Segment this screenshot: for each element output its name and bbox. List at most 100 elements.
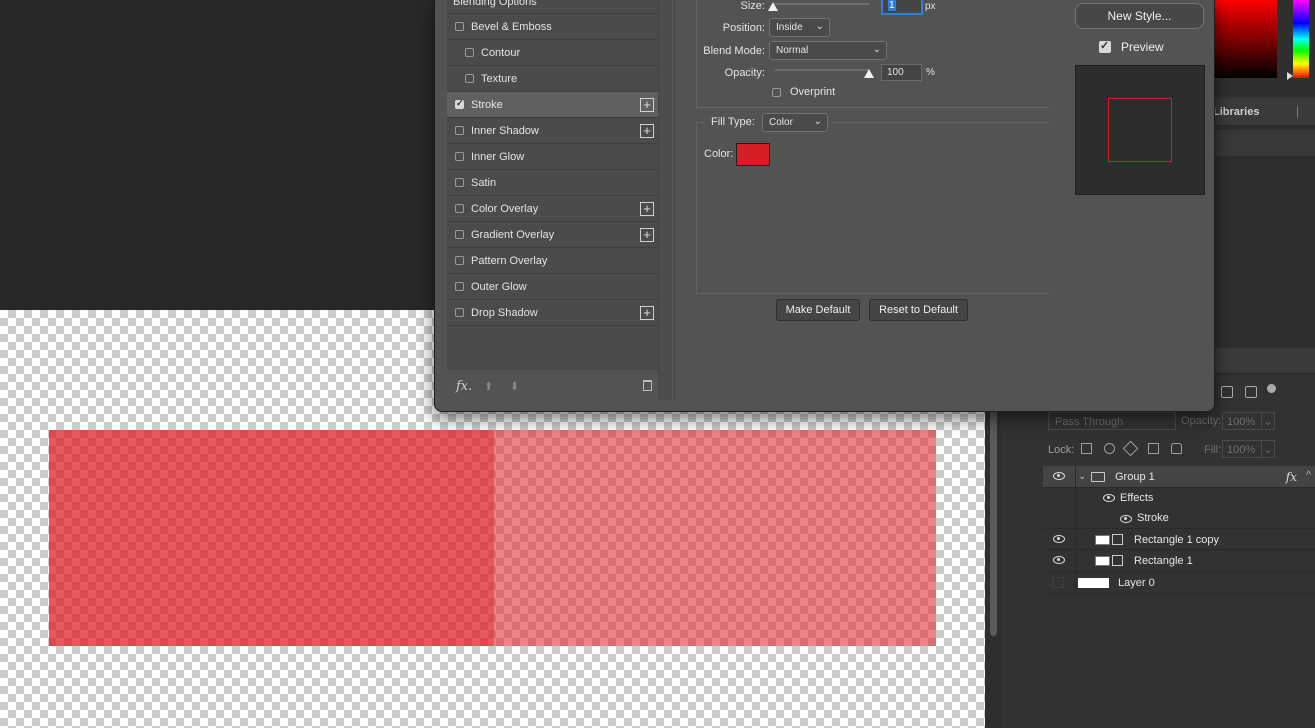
style-item-bevel-emboss[interactable]: Bevel & Emboss: [447, 14, 658, 40]
preview-checkbox[interactable]: [1099, 39, 1111, 53]
fill-type-select[interactable]: Color ⌄: [762, 113, 828, 132]
style-item-color-overlay[interactable]: Color Overlay +: [447, 196, 658, 222]
size-slider[interactable]: [775, 3, 869, 5]
position-value: Inside: [776, 22, 803, 33]
layer-row-layer-0[interactable]: Layer 0: [1043, 572, 1315, 594]
style-item-gradient-overlay[interactable]: Gradient Overlay +: [447, 222, 658, 248]
layer-row-group-1[interactable]: ⌄ Group 1 fx ^: [1043, 466, 1315, 488]
lock-all-icon[interactable]: [1171, 443, 1182, 454]
layer-fill-input[interactable]: 100%: [1222, 440, 1262, 458]
chevron-down-icon[interactable]: ⌄: [1261, 440, 1275, 458]
add-effect-plus-icon[interactable]: +: [640, 202, 654, 216]
filter-toggle-icon[interactable]: [1267, 384, 1276, 393]
style-item-outer-glow[interactable]: Outer Glow: [447, 274, 658, 300]
layer-row-rectangle-1-copy[interactable]: Rectangle 1 copy: [1043, 528, 1315, 550]
layer-style-dialog: Blending Options Bevel & Emboss Contour …: [434, 0, 1215, 412]
reset-to-default-button[interactable]: Reset to Default: [869, 299, 968, 321]
hue-slider[interactable]: [1293, 0, 1309, 78]
checkbox-checked[interactable]: [455, 98, 464, 109]
checkbox[interactable]: [455, 230, 464, 239]
layer-name: Effects: [1120, 492, 1154, 504]
checkbox[interactable]: [465, 74, 474, 83]
lock-artboard-icon[interactable]: [1148, 443, 1159, 454]
checkbox[interactable]: [455, 308, 464, 317]
style-item-pattern-overlay[interactable]: Pattern Overlay: [447, 248, 658, 274]
canvas-scrollbar-thumb[interactable]: [990, 400, 997, 636]
opacity-input[interactable]: 100: [881, 64, 922, 81]
panel-menu-icon[interactable]: [1297, 106, 1307, 118]
filter-shape-icon[interactable]: [1221, 386, 1233, 398]
checkbox[interactable]: [455, 152, 464, 161]
column-divider: [1075, 529, 1076, 549]
styles-list-scrollbar[interactable]: [658, 0, 672, 400]
add-effect-plus-icon[interactable]: +: [640, 124, 654, 138]
lock-transparent-pixels-icon[interactable]: [1081, 443, 1092, 454]
visibility-eye-icon[interactable]: [1120, 515, 1132, 523]
overprint-checkbox[interactable]: [772, 88, 781, 97]
add-effect-plus-icon[interactable]: +: [640, 98, 654, 112]
checkbox[interactable]: [455, 256, 464, 265]
chevron-down-icon[interactable]: ⌄: [1078, 471, 1086, 482]
opacity-slider-thumb-icon[interactable]: [864, 69, 874, 78]
move-up-arrow-icon[interactable]: ⬆: [484, 380, 493, 393]
chevron-up-icon[interactable]: ^: [1306, 470, 1311, 481]
layer-name: Layer 0: [1118, 577, 1155, 589]
checkbox[interactable]: [455, 126, 464, 135]
hue-marker-icon[interactable]: [1287, 72, 1293, 80]
style-item-drop-shadow[interactable]: Drop Shadow +: [447, 300, 658, 326]
visibility-eye-icon[interactable]: [1053, 556, 1065, 564]
position-select[interactable]: Inside ⌄: [769, 18, 830, 37]
visibility-toggle-empty[interactable]: [1052, 577, 1064, 588]
checkbox[interactable]: [455, 282, 464, 291]
size-slider-thumb-icon[interactable]: [768, 2, 778, 11]
style-label: Drop Shadow: [471, 307, 538, 319]
add-effect-plus-icon[interactable]: +: [640, 306, 654, 320]
visibility-eye-icon[interactable]: [1053, 535, 1065, 543]
styles-footer: fx. ⬆ ⬇: [447, 370, 658, 400]
lock-position-icon[interactable]: [1122, 440, 1139, 457]
add-effect-plus-icon[interactable]: +: [640, 228, 654, 242]
libraries-row[interactable]: [1214, 130, 1315, 156]
lock-image-pixels-icon[interactable]: [1104, 443, 1115, 454]
filter-smart-object-icon[interactable]: [1245, 386, 1257, 398]
rectangle-1-copy[interactable]: [494, 430, 936, 646]
libraries-panel: [1205, 126, 1315, 356]
chevron-down-icon[interactable]: ⌄: [1261, 412, 1275, 430]
checkbox[interactable]: [465, 48, 474, 57]
layer-blend-mode-select[interactable]: Pass Through: [1048, 412, 1176, 430]
opacity-slider[interactable]: [775, 69, 869, 71]
style-item-contour[interactable]: Contour: [447, 40, 658, 66]
styles-list: Blending Options Bevel & Emboss Contour …: [447, 0, 658, 370]
checkbox[interactable]: [455, 178, 464, 187]
stroke-color-swatch[interactable]: [736, 143, 770, 166]
layer-row-effects[interactable]: Effects: [1043, 488, 1315, 508]
style-item-inner-shadow[interactable]: Inner Shadow +: [447, 118, 658, 144]
fx-icon[interactable]: fx: [1286, 470, 1297, 484]
style-label: Blending Options: [453, 0, 537, 8]
blend-mode-select[interactable]: Normal ⌄: [769, 41, 887, 60]
style-item-inner-glow[interactable]: Inner Glow: [447, 144, 658, 170]
fx-menu-icon[interactable]: fx.: [456, 379, 472, 394]
layer-row-rectangle-1[interactable]: Rectangle 1: [1043, 550, 1315, 572]
style-item-stroke[interactable]: Stroke +: [447, 92, 658, 118]
style-label: Inner Glow: [471, 151, 525, 163]
color-field[interactable]: [1215, 0, 1277, 78]
tab-libraries[interactable]: Libraries: [1213, 106, 1259, 118]
checkbox[interactable]: [455, 22, 464, 31]
trash-icon[interactable]: [643, 380, 652, 391]
style-label: Stroke: [471, 99, 503, 111]
move-down-arrow-icon[interactable]: ⬇: [510, 380, 519, 393]
checkbox[interactable]: [455, 204, 464, 213]
visibility-eye-icon[interactable]: [1053, 472, 1065, 480]
make-default-button[interactable]: Make Default: [776, 299, 860, 321]
folder-icon: [1091, 472, 1105, 482]
style-item-satin[interactable]: Satin: [447, 170, 658, 196]
layer-opacity-input[interactable]: 100%: [1222, 412, 1262, 430]
style-item-blending-options[interactable]: Blending Options: [447, 0, 658, 14]
layer-row-stroke-effect[interactable]: Stroke: [1043, 508, 1315, 528]
rectangle-1[interactable]: [49, 430, 494, 646]
visibility-eye-icon[interactable]: [1103, 494, 1115, 502]
size-input[interactable]: 1: [882, 0, 922, 14]
style-item-texture[interactable]: Texture: [447, 66, 658, 92]
new-style-button[interactable]: New Style...: [1075, 3, 1204, 29]
